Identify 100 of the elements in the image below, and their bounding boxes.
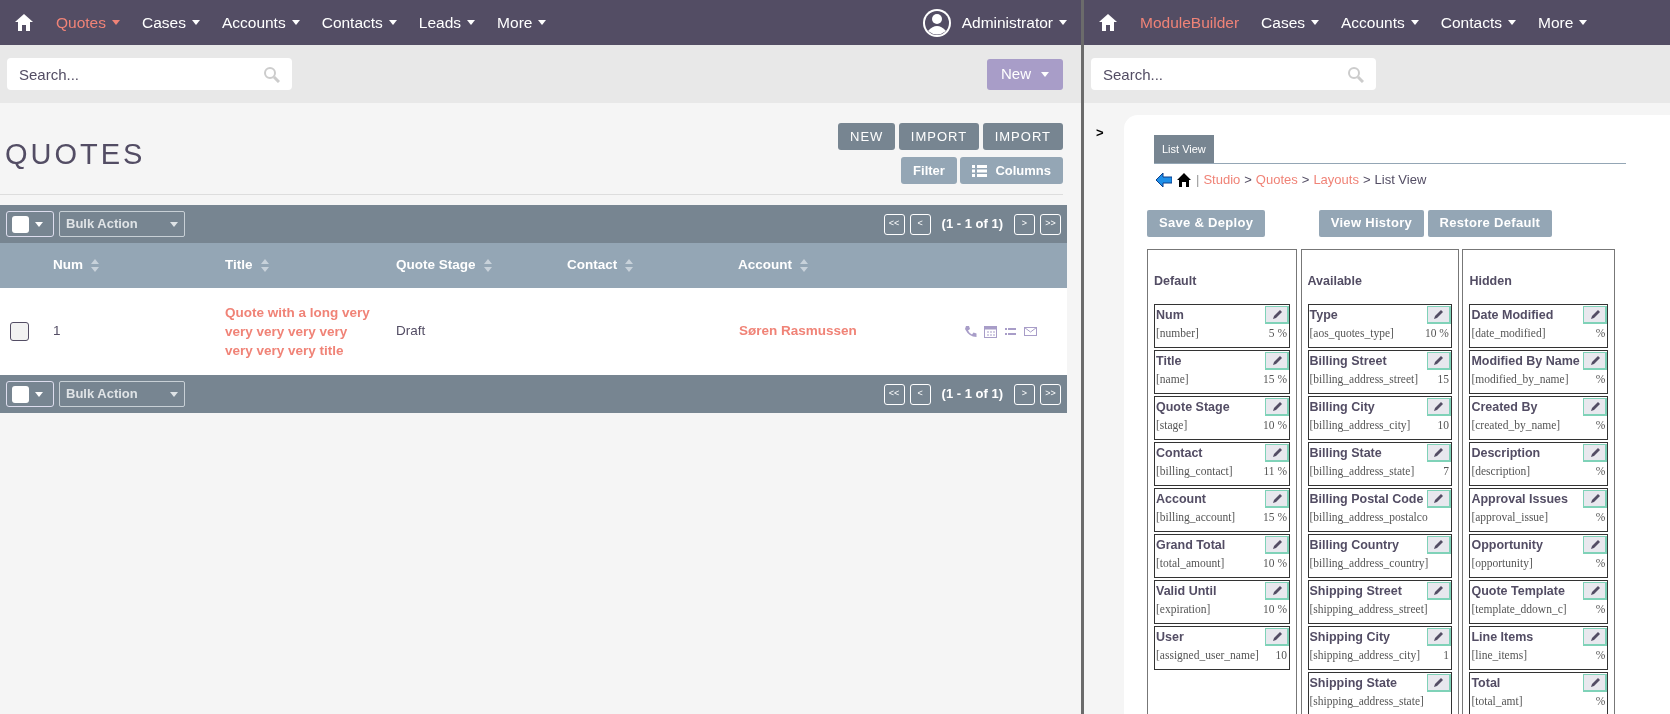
breadcrumb-current: List View [1374,171,1427,189]
edit-button[interactable] [1426,398,1451,417]
edit-button[interactable] [1426,444,1451,463]
search-field[interactable]: Search... [7,58,292,90]
field-card[interactable]: Billing Country [billing_address_country] [1307,534,1452,579]
field-card[interactable]: Date Modified [date_modified] % [1469,304,1609,349]
field-card[interactable]: Line Items [line_items] % [1469,626,1609,671]
breadcrumb-separator: > [1244,171,1252,189]
field-card[interactable]: Title [name] 15 % [1154,350,1290,395]
edit-button[interactable] [1583,490,1608,509]
edit-button[interactable] [1265,490,1289,509]
nav-tab[interactable]: More [497,10,547,35]
field-card[interactable]: Billing City [billing_address_city] 10 [1307,396,1452,441]
edit-button[interactable] [1265,582,1289,601]
avatar-icon[interactable] [921,7,952,38]
field-card[interactable]: Billing Postal Code [billing_address_postalco [1307,488,1452,533]
nav-tab[interactable]: Cases [1261,10,1320,35]
edit-button[interactable] [1583,444,1608,463]
select-all-checkbox[interactable] [6,211,54,237]
field-card[interactable]: Total [total_amt] % [1469,672,1609,714]
edit-button[interactable] [1426,582,1451,601]
nav-tab[interactable]: More [1537,10,1588,35]
pencil-icon [1431,538,1446,552]
pager-button[interactable]: < [909,383,931,405]
field-card[interactable]: Shipping Street [shipping_address_street] [1307,580,1452,625]
edit-button[interactable] [1265,352,1289,371]
pencil-icon [1431,630,1446,644]
pager-button[interactable]: << [883,213,905,235]
search-field[interactable]: Search... [1091,58,1376,90]
field-card[interactable]: Approval Issues [approval_issue] % [1469,488,1609,533]
pager-button[interactable]: > [1014,213,1035,235]
column-title: Available [1307,272,1363,290]
edit-button[interactable] [1265,398,1289,417]
table-cell-text: 1 [53,322,62,341]
pager-button[interactable]: << [883,383,905,405]
pager-button[interactable]: >> [1040,383,1061,405]
edit-button[interactable] [1426,536,1451,555]
field-card[interactable]: Shipping City [shipping_address_city] 1 [1307,626,1452,671]
edit-button[interactable] [1583,352,1608,371]
edit-button[interactable] [1426,352,1451,371]
edit-button[interactable] [1583,674,1608,693]
column-title: Default [1154,272,1198,290]
field-card[interactable]: Quote Template [template_ddown_c] % [1469,580,1609,625]
row-checkbox[interactable] [10,322,29,341]
field-card[interactable]: Billing State [billing_address_state] 7 [1307,442,1452,487]
field-card[interactable]: Quote Stage [stage] 10 % [1154,396,1290,441]
pager-button[interactable]: >> [1040,213,1061,235]
table-cell-text: Draft [396,322,427,341]
nav-tab[interactable]: Cases [142,10,200,35]
field-card[interactable]: Description [description] % [1469,442,1609,487]
nav-tab[interactable]: Contacts [321,10,397,35]
pencil-icon [1431,492,1446,506]
edit-button[interactable] [1583,582,1608,601]
field-card[interactable]: Num [number] 5 % [1154,304,1290,349]
field-card[interactable]: Grand Total [total_amount] 10 % [1154,534,1290,579]
nav-tab[interactable]: Leads [418,10,476,35]
home-icon[interactable] [1176,172,1192,188]
nav-tab[interactable]: Accounts [221,10,300,35]
field-card[interactable]: Contact [billing_contact] 11 % [1154,442,1290,487]
action-button[interactable]: IMPORT [898,123,980,150]
edit-button[interactable] [1583,536,1608,555]
edit-button[interactable] [1583,306,1608,325]
field-card[interactable]: Modified By Name [modified_by_name] % [1469,350,1609,395]
home-icon[interactable] [14,13,34,32]
edit-button[interactable] [1426,490,1451,509]
nav-tab[interactable]: Contacts [1440,10,1516,35]
edit-button[interactable] [1265,536,1289,555]
edit-button[interactable] [1265,444,1289,463]
breadcrumb-separator: > [1362,171,1371,189]
pencil-icon [1431,446,1446,460]
field-card[interactable]: Opportunity [opportunity] % [1469,534,1609,579]
field-card[interactable]: Created By [created_by_name] % [1469,396,1609,441]
action-button[interactable]: NEW [838,123,896,150]
edit-button[interactable] [1426,306,1451,325]
tab[interactable]: List View [1154,135,1214,163]
back-arrow-icon[interactable] [1156,172,1172,187]
edit-button[interactable] [1583,628,1608,647]
pager-button[interactable]: < [909,213,931,235]
edit-button[interactable] [1426,674,1451,693]
pencil-icon [1431,584,1446,598]
pagination-text: (1 - 1 of 1) [941,385,1003,404]
nav-tab[interactable]: Accounts [1341,10,1419,35]
field-card[interactable]: Valid Until [expiration] 10 % [1154,580,1290,625]
edit-button[interactable] [1583,398,1608,417]
home-icon[interactable] [1098,13,1118,32]
field-card[interactable]: Account [billing_account] 15 % [1154,488,1290,533]
select-all-checkbox[interactable] [6,381,54,407]
field-card[interactable]: Shipping State [shipping_address_state] [1307,672,1452,714]
edit-button[interactable] [1265,628,1289,647]
field-card[interactable]: Billing Street [billing_address_street] 15 [1307,350,1452,395]
edit-button[interactable] [1265,306,1289,325]
pencil-icon [1431,354,1446,368]
page-title: QUOTES [5,137,146,172]
edit-button[interactable] [1426,628,1451,647]
field-card[interactable]: User [assigned_user_name] 10 [1154,626,1290,671]
toggle-button[interactable]: > [1084,115,1124,714]
pager-button[interactable]: > [1014,383,1035,405]
user-menu[interactable]: Administrator [961,10,1067,35]
field-card[interactable]: Type [aos_quotes_type] 10 % [1307,304,1452,349]
action-button[interactable]: IMPORT [982,123,1063,150]
